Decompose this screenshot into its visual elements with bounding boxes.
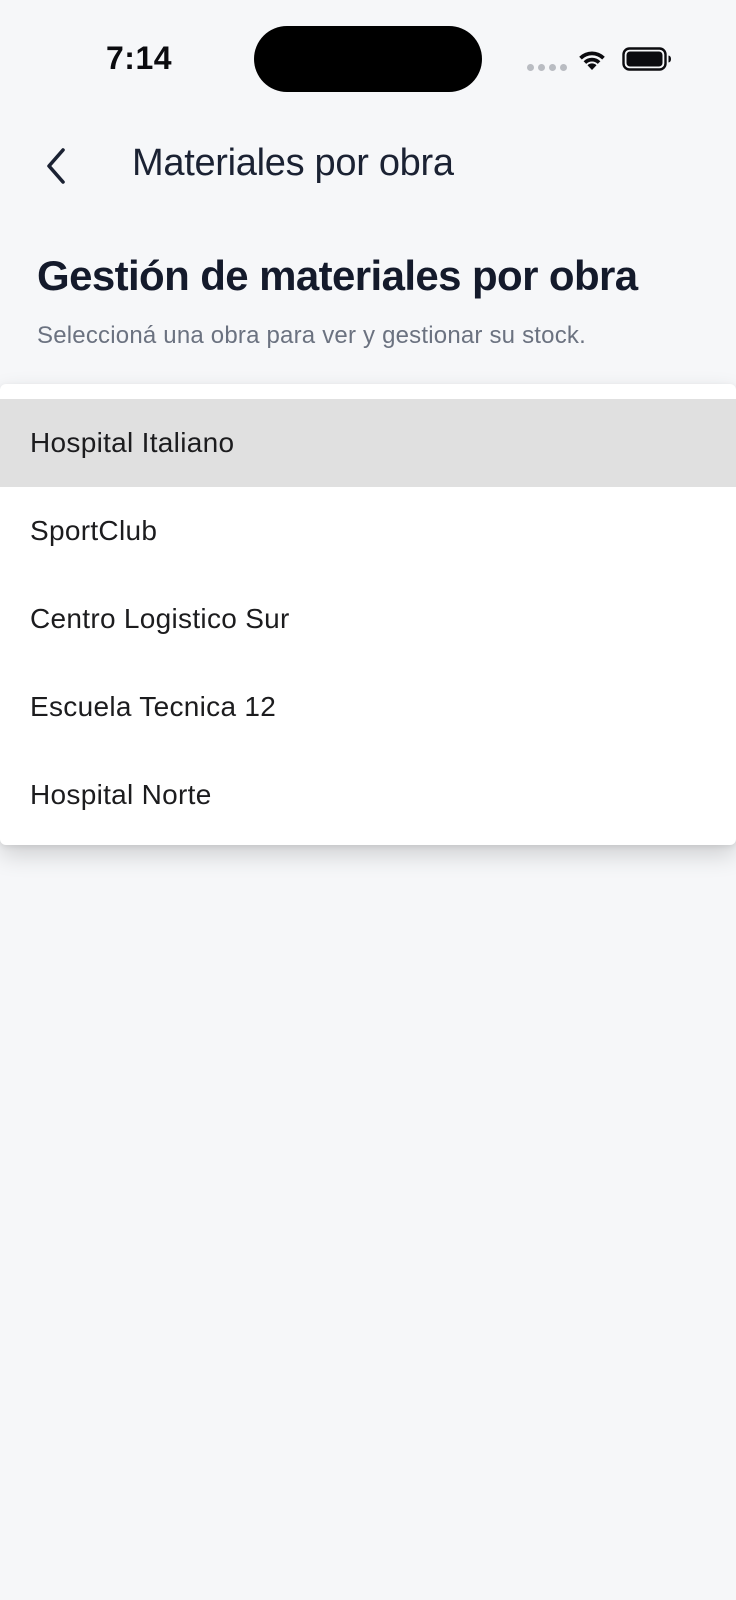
dropdown-item-hospital-norte[interactable]: Hospital Norte (0, 751, 736, 839)
status-time: 7:14 (106, 40, 173, 76)
nav-title: Materiales por obra (132, 142, 454, 184)
dropdown-item-sportclub[interactable]: SportClub (0, 487, 736, 575)
back-button[interactable] (28, 138, 84, 194)
navigation-bar: Materiales por obra (0, 130, 736, 204)
wifi-icon (579, 51, 605, 70)
dropdown-item-hospital-italiano[interactable]: Hospital Italiano (0, 399, 736, 487)
obra-dropdown-menu: Hospital Italiano SportClub Centro Logis… (0, 384, 736, 845)
page-subtitle: Seleccioná una obra para ver y gestionar… (37, 322, 586, 349)
dropdown-item-centro-logistico-sur[interactable]: Centro Logistico Sur (0, 575, 736, 663)
cellular-signal-icon (527, 64, 567, 71)
dynamic-island (254, 26, 482, 92)
dropdown-item-escuela-tecnica-12[interactable]: Escuela Tecnica 12 (0, 663, 736, 751)
page-title: Gestión de materiales por obra (37, 252, 638, 299)
battery-full-icon (622, 47, 671, 71)
status-bar: 7:14 (0, 0, 736, 120)
chevron-left-icon (47, 148, 65, 184)
